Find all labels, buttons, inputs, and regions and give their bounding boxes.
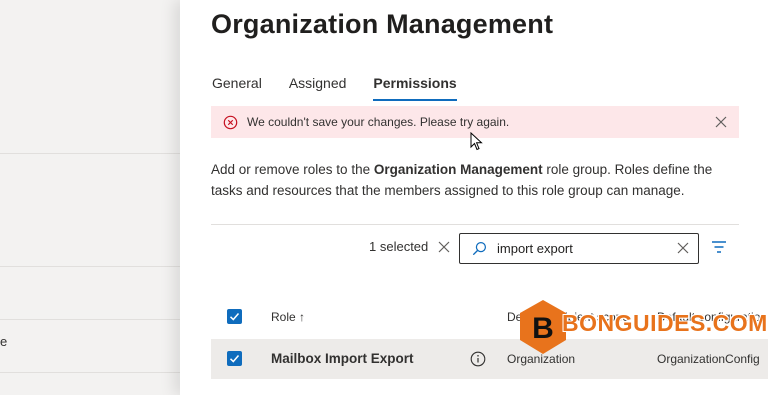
error-circle-icon (223, 115, 238, 129)
close-icon[interactable] (714, 115, 728, 129)
tab-permissions[interactable]: Permissions (373, 75, 457, 101)
search-query[interactable]: import export (497, 241, 573, 256)
page-title: Organization Management (211, 9, 554, 39)
mouse-cursor-icon (470, 132, 483, 151)
background-divider (0, 319, 180, 320)
background-divider (0, 153, 180, 154)
search-input[interactable]: import export (459, 233, 699, 264)
background-partial-text: e (0, 334, 8, 349)
row-checkbox[interactable] (227, 351, 242, 366)
clear-search-icon[interactable] (676, 241, 690, 255)
watermark-text: BONGUIDES.COM (562, 310, 768, 336)
tab-general[interactable]: General (212, 75, 262, 101)
svg-text:B: B (532, 312, 554, 345)
tab-assigned[interactable]: Assigned (289, 75, 347, 101)
background-divider (0, 372, 180, 373)
section-divider (211, 224, 739, 225)
role-name[interactable]: Mailbox Import Export (271, 351, 414, 366)
select-all-checkbox[interactable] (227, 309, 242, 324)
watermark: B BONGUIDES.COM (518, 298, 768, 358)
background-divider (0, 266, 180, 267)
background-page: e (0, 0, 180, 395)
column-header-role[interactable]: Role ↑ (271, 310, 305, 324)
tab-list: General Assigned Permissions (212, 75, 484, 101)
info-icon[interactable] (470, 351, 486, 367)
role-group-description: Add or remove roles to the Organization … (211, 162, 713, 198)
selected-count: 1 selected (369, 239, 429, 254)
error-message-text: We couldn't save your changes. Please tr… (247, 115, 510, 129)
clear-selection-icon[interactable] (437, 240, 451, 254)
filter-icon[interactable] (711, 240, 727, 254)
checkmark-icon (229, 313, 240, 321)
search-icon (472, 241, 487, 256)
checkmark-icon (229, 355, 240, 363)
watermark-logo-icon: B (520, 300, 566, 354)
